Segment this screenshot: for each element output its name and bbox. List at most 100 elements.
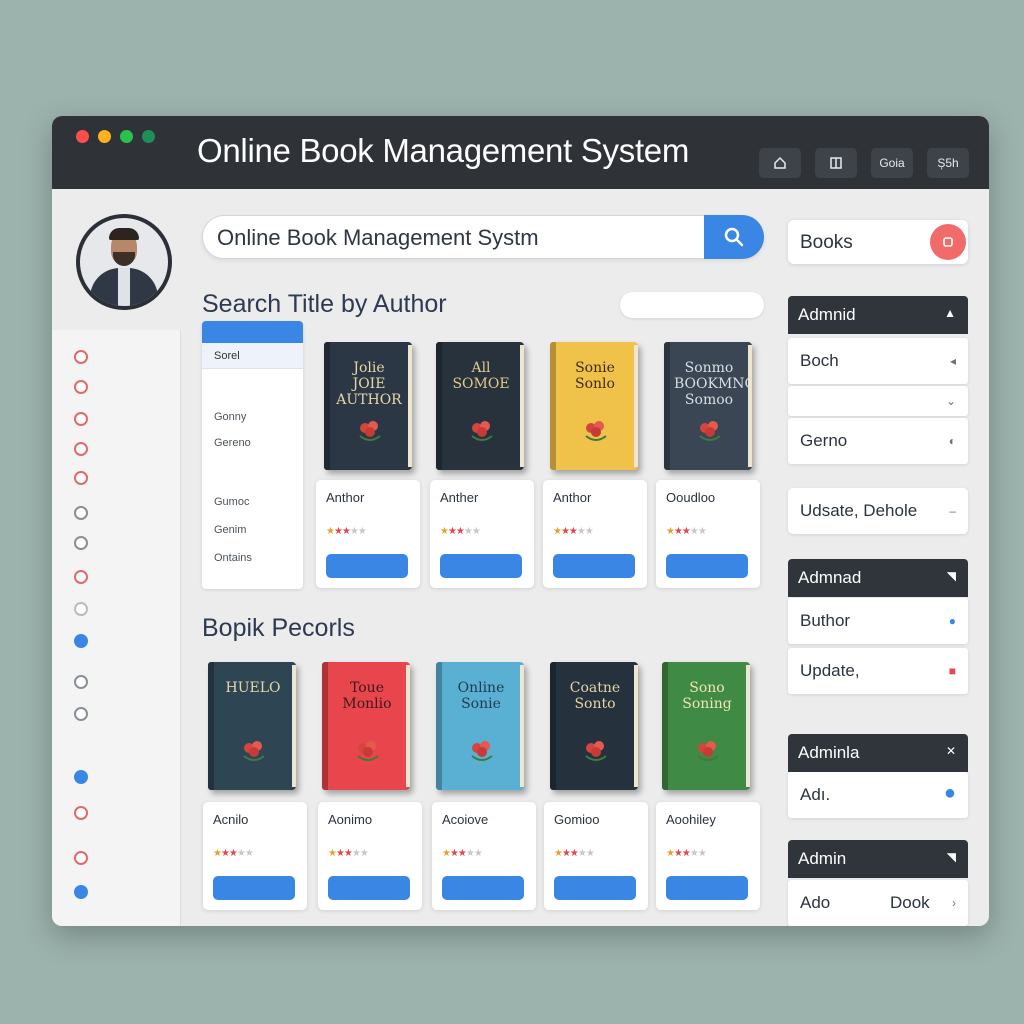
admin-row-author[interactable]: Buthor ● bbox=[788, 598, 968, 644]
add-icon: ● bbox=[943, 782, 956, 804]
search-button[interactable] bbox=[704, 215, 764, 259]
titlebar-buttons: Goia Ș5h bbox=[759, 148, 969, 178]
nav-dot-icon bbox=[74, 770, 88, 784]
card-title: Acnilo bbox=[213, 812, 249, 827]
admin-panel-4-title: Admin bbox=[798, 849, 847, 868]
user-avatar[interactable] bbox=[76, 214, 172, 310]
book-cover[interactable]: Sonie Sonlo bbox=[550, 342, 638, 470]
books-pill[interactable]: Books bbox=[788, 220, 968, 264]
card-title: Anther bbox=[440, 490, 479, 505]
book-cover[interactable]: HUELO bbox=[208, 662, 296, 790]
book-card: Acnilo ★★★★★ bbox=[203, 802, 307, 910]
book-cover[interactable]: All SOMOE bbox=[436, 342, 524, 470]
sidebar-item[interactable] bbox=[74, 770, 96, 784]
card-action-button[interactable] bbox=[328, 876, 410, 900]
admin-row-add-book[interactable]: Ado Dook › bbox=[788, 880, 968, 926]
nav-dot-icon bbox=[74, 707, 88, 721]
sidebar-item[interactable] bbox=[74, 707, 96, 721]
search-input[interactable] bbox=[217, 222, 697, 254]
sidebar-item[interactable] bbox=[74, 602, 96, 616]
flower-illustration bbox=[694, 738, 722, 769]
sidebar-item[interactable] bbox=[74, 806, 96, 820]
rating-stars: ★★★★★ bbox=[553, 526, 594, 537]
rating-stars: ★★★★★ bbox=[666, 526, 707, 537]
admin-row-boch[interactable]: Boch ◂ bbox=[788, 338, 968, 384]
pin-icon[interactable]: ▲ bbox=[944, 306, 956, 320]
minimize-dot[interactable] bbox=[98, 130, 111, 143]
flower-illustration bbox=[356, 418, 384, 449]
filter-header bbox=[202, 321, 303, 343]
book-cover[interactable]: Sonmo BOOKMNO Somoo bbox=[664, 342, 752, 470]
admin-row-add[interactable]: Adı. ● bbox=[788, 772, 968, 818]
admin-row-genre[interactable]: Gerno ◐ bbox=[788, 418, 968, 464]
notification-button[interactable] bbox=[930, 224, 966, 260]
book-title: Sono Soning bbox=[682, 680, 732, 712]
filter-item[interactable]: Gereno bbox=[214, 437, 251, 449]
nav-dot-icon bbox=[74, 602, 88, 616]
nav-dot-icon bbox=[74, 350, 88, 364]
admin-row-update[interactable]: Update, ■ bbox=[788, 648, 968, 694]
book-cover[interactable]: Toue Monlio bbox=[322, 662, 410, 790]
sidebar-item[interactable] bbox=[74, 851, 96, 865]
card-action-button[interactable] bbox=[553, 554, 635, 578]
book-cover[interactable]: Sono Soning bbox=[662, 662, 750, 790]
update-delete-select[interactable]: Udsate, Dehole – bbox=[788, 488, 968, 534]
card-action-button[interactable] bbox=[554, 876, 636, 900]
filter-item[interactable]: Gonny bbox=[214, 411, 246, 423]
nav-dot-icon bbox=[74, 471, 88, 485]
admin-panel-2-title: Admnad bbox=[798, 568, 862, 587]
admin-panel-4-header: Admin ◥ bbox=[788, 840, 968, 878]
sidebar-item[interactable] bbox=[74, 380, 96, 394]
sidebar-item[interactable] bbox=[74, 442, 96, 456]
book-card: Aonimo ★★★★★ bbox=[318, 802, 422, 910]
sidebar-item[interactable] bbox=[74, 350, 96, 364]
card-action-button[interactable] bbox=[213, 876, 295, 900]
sidebar-item[interactable] bbox=[74, 471, 96, 485]
sidebar-item[interactable] bbox=[74, 412, 96, 426]
book-title: Coatne Sonto bbox=[569, 680, 621, 712]
chevron-down-icon: ⌄ bbox=[945, 394, 956, 408]
close-icon[interactable]: ✕ bbox=[946, 744, 956, 758]
card-action-button[interactable] bbox=[440, 554, 522, 578]
window-controls bbox=[76, 130, 155, 143]
home-button[interactable] bbox=[759, 148, 801, 178]
sidebar-item[interactable] bbox=[74, 506, 96, 520]
sidebar-item[interactable] bbox=[74, 675, 96, 689]
library-button[interactable] bbox=[815, 148, 857, 178]
book-cover[interactable]: Online Sonie bbox=[436, 662, 524, 790]
ssh-button[interactable]: Ș5h bbox=[927, 148, 969, 178]
row-label-right: Dook bbox=[890, 893, 930, 912]
book-cover[interactable]: Jolie JOIE AUTHOR bbox=[324, 342, 412, 470]
sidebar-item[interactable] bbox=[74, 634, 96, 648]
extra-dot[interactable] bbox=[142, 130, 155, 143]
goia-button[interactable]: Goia bbox=[871, 148, 913, 178]
rating-stars: ★★★★★ bbox=[326, 526, 367, 537]
filter-item[interactable]: Ontains bbox=[214, 552, 252, 564]
nav-dot-icon bbox=[74, 885, 88, 899]
book-cover[interactable]: Coatne Sonto bbox=[550, 662, 638, 790]
filter-selected[interactable]: Sorel bbox=[202, 343, 303, 369]
rating-stars: ★★★★★ bbox=[666, 848, 707, 859]
nav-dot-icon bbox=[74, 442, 88, 456]
card-action-button[interactable] bbox=[666, 554, 748, 578]
card-title: Gomioo bbox=[554, 812, 600, 827]
sidebar-item[interactable] bbox=[74, 570, 96, 584]
card-title: Aonimo bbox=[328, 812, 373, 827]
close-dot[interactable] bbox=[76, 130, 89, 143]
card-action-button[interactable] bbox=[666, 876, 748, 900]
card-action-button[interactable] bbox=[442, 876, 524, 900]
pin-icon[interactable]: ◥ bbox=[947, 569, 956, 583]
maximize-dot[interactable] bbox=[120, 130, 133, 143]
admin-row-blank[interactable]: ⌄ bbox=[788, 386, 968, 416]
book-title: HUELO bbox=[225, 680, 281, 696]
card-action-button[interactable] bbox=[326, 554, 408, 578]
admin-panel-2-header: Admnad ◥ bbox=[788, 559, 968, 597]
row-label: Buthor bbox=[800, 611, 851, 630]
pin-icon[interactable]: ◥ bbox=[947, 850, 956, 864]
sidebar-item[interactable] bbox=[74, 885, 96, 899]
book-card: Acoiove ★★★★★ bbox=[432, 802, 536, 910]
sort-pill[interactable] bbox=[620, 292, 764, 318]
sidebar-item[interactable] bbox=[74, 536, 96, 550]
filter-item[interactable]: Gumoc bbox=[214, 496, 249, 508]
filter-item[interactable]: Genim bbox=[214, 524, 246, 536]
